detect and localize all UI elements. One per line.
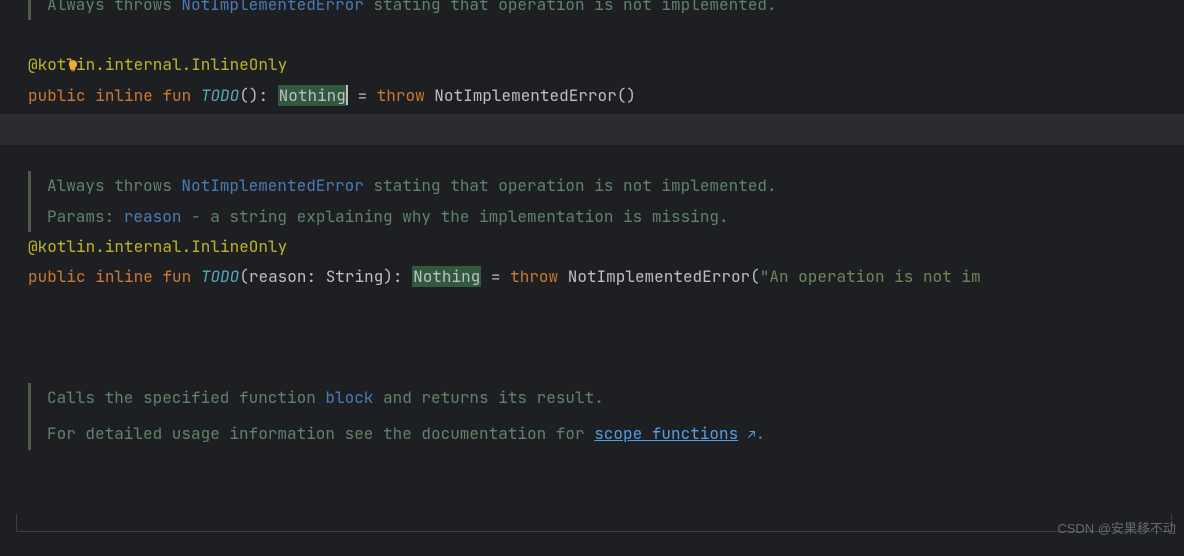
doc-text: For detailed usage information see the d… [47, 423, 594, 444]
colon: : [258, 85, 277, 106]
doc-text: stating that operation is not implemente… [364, 175, 777, 196]
function-name: TODO [201, 85, 239, 106]
equals: = [481, 266, 510, 287]
doc-type-link[interactable]: NotImplementedError [181, 0, 363, 15]
param-type: String [326, 266, 384, 287]
doc-type-link[interactable]: NotImplementedError [181, 175, 363, 196]
text-caret [346, 85, 348, 105]
doc-param-name[interactable]: reason [124, 206, 182, 227]
doc-params-desc: - a string explaining why the implementa… [181, 206, 728, 227]
kdoc-block: Always throws NotImplementedError statin… [28, 0, 1184, 20]
keyword-throw: throw [377, 85, 425, 106]
intention-bulb-icon[interactable] [66, 53, 80, 83]
blank-line [28, 353, 1184, 383]
annotation-text: @kotlin.internal.InlineOnly [28, 236, 287, 257]
function-declaration[interactable]: public inline fun TODO(reason: String): … [28, 262, 1184, 292]
external-link-icon: ↗ [748, 426, 756, 443]
blank-line [28, 293, 1184, 323]
kdoc-line: For detailed usage information see the d… [47, 419, 1184, 449]
colon: : [393, 266, 412, 287]
kdoc-line: Always throws NotImplementedError statin… [47, 171, 1184, 201]
open-paren: ( [239, 266, 249, 287]
keyword-fun: fun [162, 85, 191, 106]
keyword-throw: throw [510, 266, 558, 287]
doc-text: Calls the specified function [47, 387, 325, 408]
return-type: Nothing [412, 266, 481, 287]
kdoc-line: Calls the specified function block and r… [47, 383, 1184, 413]
equals: = [348, 85, 377, 106]
constructor-call: NotImplementedError() [425, 85, 636, 106]
keyword-fun: fun [162, 266, 191, 287]
doc-param-link[interactable]: block [325, 387, 373, 408]
kdoc-block: Calls the specified function block and r… [28, 383, 1184, 450]
constructor-call: NotImplementedError( [558, 266, 760, 287]
annotation-line[interactable]: @kotlin.internal.InlineOnly [28, 232, 1184, 262]
watermark: CSDN @安果移不动 [1057, 517, 1176, 542]
function-name: TODO [201, 266, 239, 287]
window-frame-bottom [16, 531, 1172, 532]
kdoc-line: Always throws NotImplementedError statin… [47, 0, 1184, 20]
close-paren: ) [383, 266, 393, 287]
blank-line [28, 111, 1184, 141]
keyword-public: public [28, 266, 86, 287]
doc-params-label: Params: [47, 206, 124, 227]
blank-line [28, 323, 1184, 353]
string-literal: "An operation is not im [760, 266, 981, 287]
doc-text: . [756, 423, 766, 444]
kdoc-block: Always throws NotImplementedError statin… [28, 171, 1184, 232]
annotation-line[interactable]: @kotlin.internal.InlineOnly [28, 50, 1184, 80]
doc-text: Always throws [47, 0, 181, 15]
blank-line [28, 20, 1184, 50]
window-frame-corner [16, 514, 17, 532]
doc-text: stating that operation is not implemente… [364, 0, 777, 15]
return-type: Nothing [278, 85, 347, 106]
doc-text: Always throws [47, 175, 181, 196]
param-colon: : [306, 266, 325, 287]
code-editor[interactable]: Always throws NotImplementedError statin… [0, 0, 1184, 450]
keyword-public: public [28, 85, 86, 106]
doc-text: and returns its result. [373, 387, 603, 408]
keyword-inline: inline [95, 266, 153, 287]
function-declaration[interactable]: public inline fun TODO(): Nothing = thro… [28, 81, 1184, 111]
parens: () [239, 85, 258, 106]
kdoc-params-line: Params: reason - a string explaining why… [47, 202, 1184, 232]
keyword-inline: inline [95, 85, 153, 106]
param-name: reason [249, 266, 307, 287]
doc-external-link[interactable]: scope functions [594, 423, 738, 444]
blank-line [28, 141, 1184, 171]
